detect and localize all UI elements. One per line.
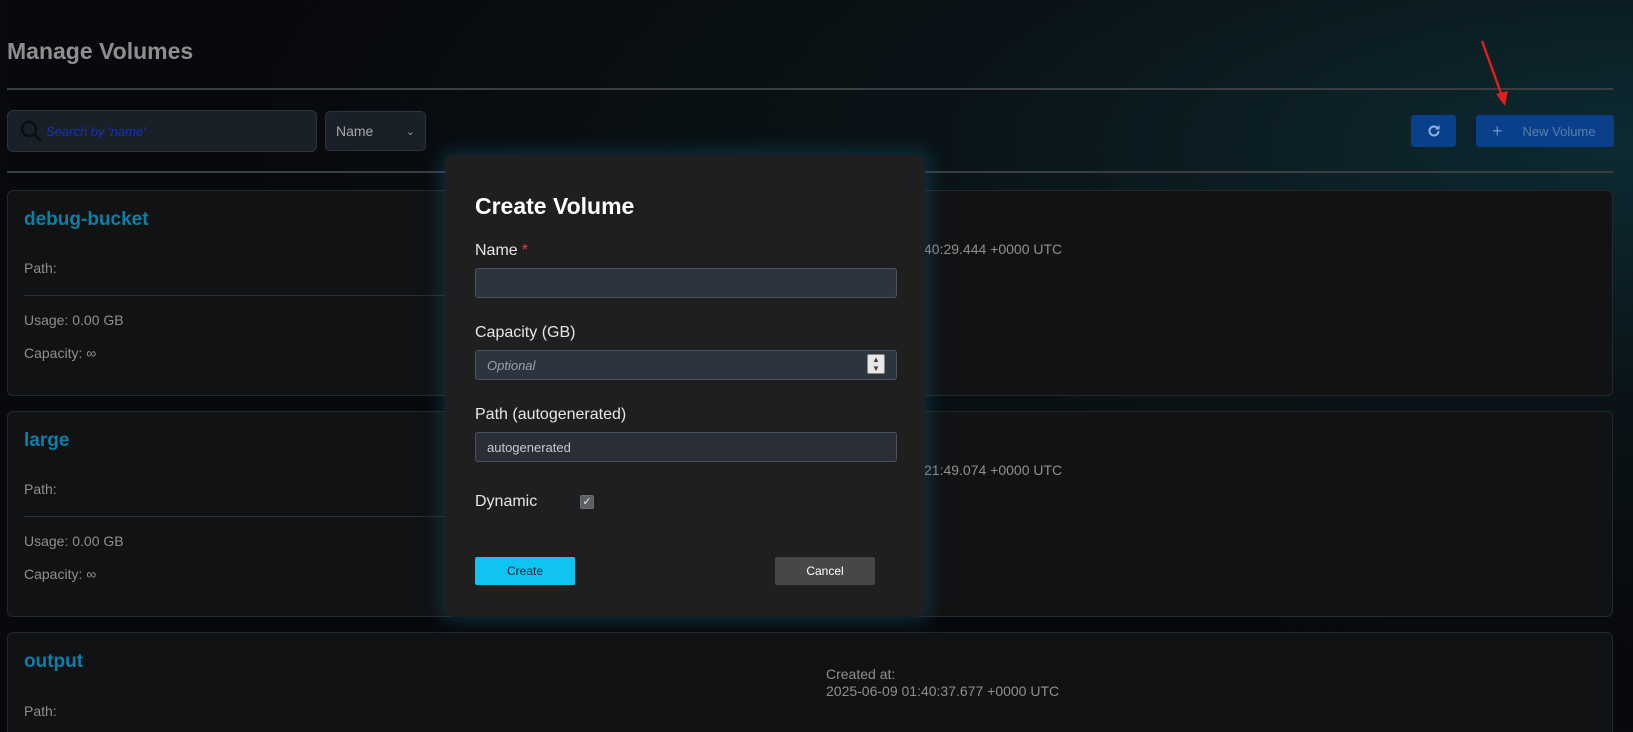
sort-select-value: Name (336, 123, 374, 139)
volume-created-value: 40:29.444 +0000 UTC (924, 241, 1063, 257)
search-icon (20, 120, 42, 142)
volume-name[interactable]: output (24, 651, 83, 673)
name-label: Name * (475, 242, 528, 260)
dialog-title: Create Volume (475, 193, 635, 219)
new-volume-button[interactable]: + New Volume (1476, 115, 1614, 147)
volume-name[interactable]: debug-bucket (24, 209, 149, 231)
volume-created-label: Created at: (826, 666, 896, 682)
sort-select[interactable]: Name ⌄ (325, 111, 426, 151)
search-input[interactable] (46, 123, 296, 139)
dynamic-label: Dynamic (475, 493, 538, 510)
volume-path-label: Path: (24, 703, 57, 719)
annotation-arrow (1480, 40, 1508, 106)
create-button[interactable]: Create (475, 557, 575, 585)
volume-path-label: Path: (24, 481, 57, 497)
capacity-field-wrap: ▲ ▼ (445, 350, 925, 380)
volume-name[interactable]: large (24, 430, 69, 452)
number-stepper[interactable]: ▲ ▼ (867, 354, 885, 374)
required-marker: * (521, 242, 528, 259)
name-label-text: Name (475, 242, 518, 259)
new-volume-label: New Volume (1522, 123, 1596, 139)
dynamic-checkbox[interactable]: ✓ (580, 495, 594, 509)
page-title: Manage Volumes (7, 38, 194, 64)
path-label: Path (autogenerated) (475, 406, 627, 423)
volume-usage: Usage: 0.00 GB (24, 312, 124, 328)
volume-usage: Usage: 0.00 GB (24, 533, 124, 549)
volume-capacity: Capacity: ∞ (24, 345, 97, 361)
search-box[interactable] (7, 110, 317, 152)
cancel-button[interactable]: Cancel (775, 557, 875, 585)
stepper-down-icon[interactable]: ▼ (872, 364, 880, 373)
check-icon: ✓ (582, 496, 592, 508)
plus-icon: + (1492, 120, 1503, 141)
name-input[interactable] (475, 268, 897, 298)
create-volume-dialog: Create Volume Name* Capacity (GB) ▲ ▼ Pa… (445, 155, 925, 617)
refresh-button[interactable] (1411, 115, 1456, 147)
capacity-label: Capacity (GB) (475, 324, 576, 341)
volume-card: output Path: Created at: 2025-06-09 01:4… (7, 632, 1613, 732)
capacity-input[interactable] (475, 350, 897, 380)
volume-path-label: Path: (24, 260, 57, 276)
path-input (475, 432, 897, 462)
stepper-up-icon[interactable]: ▲ (872, 355, 880, 364)
volume-capacity: Capacity: ∞ (24, 566, 97, 582)
refresh-icon (1428, 125, 1439, 137)
header-divider (7, 88, 1613, 90)
volume-created-value: 21:49.074 +0000 UTC (924, 462, 1063, 478)
volume-created-value: 2025-06-09 01:40:37.677 +0000 UTC (826, 683, 1060, 699)
chevron-down-icon: ⌄ (405, 125, 415, 138)
